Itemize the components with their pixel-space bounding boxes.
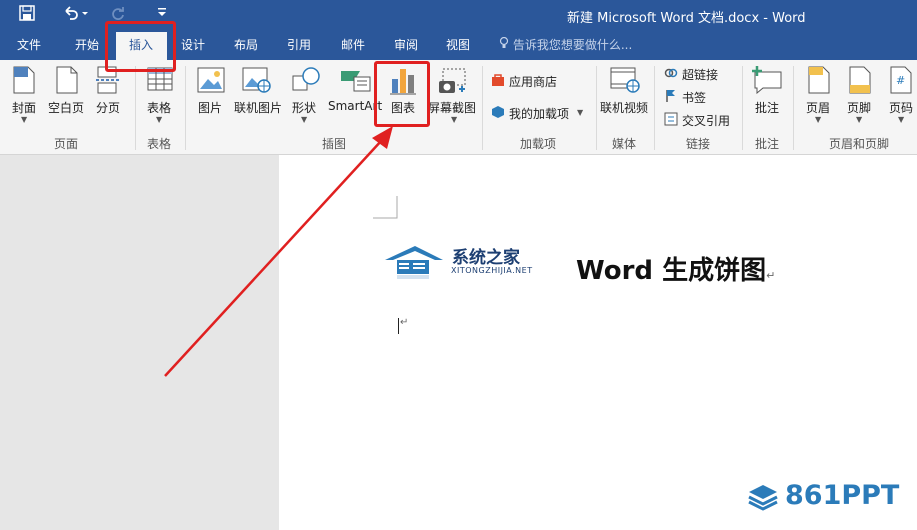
watermark-logo-icon: [747, 483, 779, 514]
watermark-text: 861PPT: [785, 480, 900, 511]
annotation-arrow: [164, 126, 393, 377]
